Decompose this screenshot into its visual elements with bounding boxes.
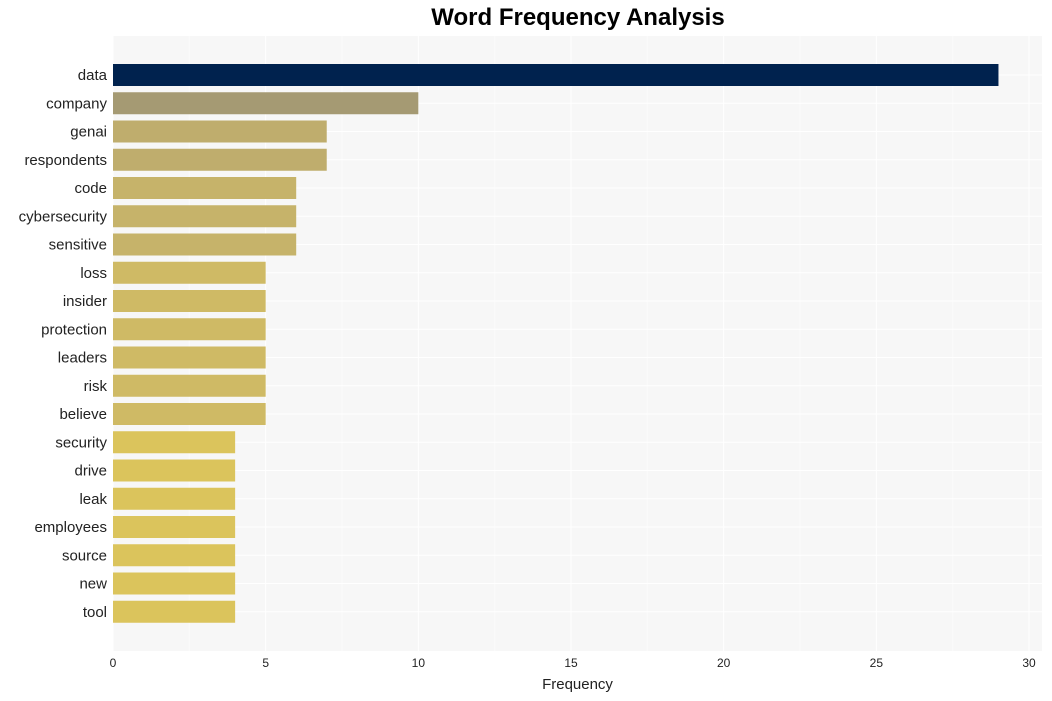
bar-protection — [113, 318, 266, 341]
bar-drive — [113, 459, 236, 482]
bar-leaders — [113, 346, 266, 369]
x-tick-label: 0 — [110, 656, 117, 670]
bar-leak — [113, 487, 236, 510]
y-tick-label: believe — [59, 406, 107, 423]
y-tick-label: company — [46, 95, 107, 112]
x-tick-label: 30 — [1022, 656, 1036, 670]
x-tick-label: 15 — [564, 656, 578, 670]
x-tick-label: 5 — [262, 656, 269, 670]
y-tick-label: employees — [34, 519, 107, 536]
y-tick-label: respondents — [24, 152, 107, 169]
y-tick-label: security — [55, 434, 107, 451]
bar-respondents — [113, 148, 327, 171]
y-tick-label: source — [62, 547, 107, 564]
bar-employees — [113, 516, 236, 538]
y-tick-label: protection — [41, 321, 107, 338]
y-tick-label: insider — [63, 293, 107, 310]
bar-cybersecurity — [113, 205, 297, 228]
y-tick-label: drive — [74, 463, 107, 480]
bar-believe — [113, 403, 266, 425]
bar-risk — [113, 374, 266, 397]
bar-sensitive — [113, 233, 297, 256]
y-tick-label: code — [74, 180, 107, 197]
x-axis-label: Frequency — [542, 676, 613, 693]
y-tick-label: tool — [83, 604, 107, 621]
bar-data — [113, 64, 999, 86]
x-tick-label: 20 — [717, 656, 731, 670]
y-tick-label: leak — [79, 491, 107, 508]
bar-chart: data company genai respondents code cybersecu… — [19, 36, 1042, 693]
bar-code — [113, 177, 297, 199]
y-tick-label: genai — [70, 124, 107, 141]
bar-genai — [113, 120, 327, 143]
y-tick-label: leaders — [58, 350, 107, 367]
y-tick-label: cybersecurity — [19, 208, 108, 225]
bar-tool — [113, 600, 236, 623]
bar-company — [113, 92, 419, 115]
bar-source — [113, 544, 236, 567]
x-tick-label: 25 — [870, 656, 884, 670]
bar-loss — [113, 261, 266, 284]
y-tick-label: new — [79, 576, 107, 593]
y-tick-label: data — [78, 67, 108, 84]
bar-security — [113, 431, 236, 454]
bar-insider — [113, 290, 266, 312]
x-tick-label: 10 — [412, 656, 426, 670]
y-tick-label: loss — [80, 265, 107, 282]
bar-new — [113, 572, 236, 595]
y-tick-label: risk — [84, 378, 108, 395]
y-tick-label: sensitive — [49, 237, 107, 254]
